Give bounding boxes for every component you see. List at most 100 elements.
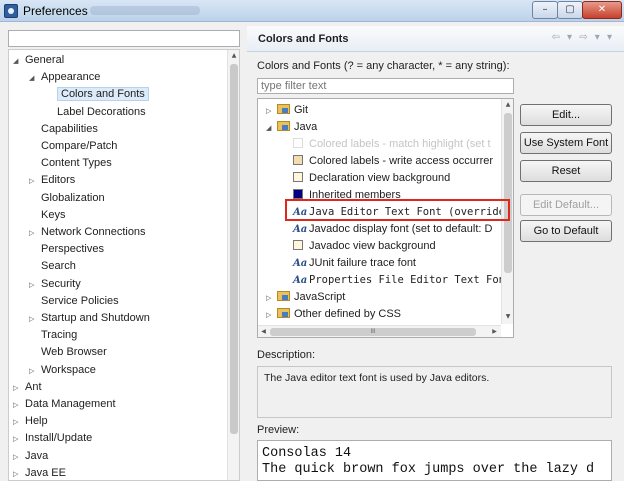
forward-nav-icon[interactable]: ⇨ ▾ xyxy=(579,32,602,43)
collapsed-arrow-icon[interactable]: ▷ xyxy=(29,173,41,190)
tree-item[interactable]: ▷ Workspace xyxy=(9,362,96,379)
tree-item[interactable]: ▷ Startup and Shutdown xyxy=(9,310,150,327)
colors-filter-input[interactable] xyxy=(257,78,514,94)
go-to-default-button[interactable]: Go to Default xyxy=(520,220,612,242)
colors-tree-item[interactable]: ◢ Java xyxy=(258,119,317,136)
tree-item[interactable]: Capabilities xyxy=(9,121,98,138)
expanded-arrow-icon[interactable]: ◢ xyxy=(29,70,41,87)
collapsed-arrow-icon[interactable]: ▷ xyxy=(266,307,277,324)
preferences-tree[interactable]: ▷ Java EE ▷ Java ▷ Install/Update ▷ Help ▷ Data M… xyxy=(8,49,240,481)
colors-tree-item[interactable]: Colored labels - write access occurrer xyxy=(258,153,493,170)
expanded-arrow-icon[interactable]: ◢ xyxy=(13,53,25,70)
colors-tree-item[interactable]: ▷ Git xyxy=(258,102,308,119)
tree-item[interactable]: ▷ Java xyxy=(9,448,48,465)
colors-tree-horizontal-scrollbar[interactable]: ◀ III ▶ xyxy=(258,325,501,337)
collapsed-arrow-icon[interactable]: ▷ xyxy=(13,414,25,431)
colors-tree-hscroll-thumb[interactable]: III xyxy=(270,328,476,336)
font-icon: Aa xyxy=(293,258,308,269)
tree-item-label: Service Policies xyxy=(41,294,119,307)
minimize-button[interactable]: – xyxy=(532,1,558,19)
color-swatch-icon xyxy=(293,155,303,165)
maximize-button[interactable]: ▢ xyxy=(557,1,583,19)
tree-item[interactable]: Label Decorations xyxy=(9,104,146,121)
tree-item[interactable]: Tracing xyxy=(9,327,77,344)
scroll-right-arrow-icon[interactable]: ▶ xyxy=(489,326,500,337)
tree-item[interactable]: Content Types xyxy=(9,155,112,172)
tree-item[interactable]: Service Policies xyxy=(9,293,119,310)
tree-item[interactable]: Perspectives xyxy=(9,241,104,258)
color-swatch-icon xyxy=(293,189,303,199)
collapsed-arrow-icon[interactable]: ▷ xyxy=(266,103,277,120)
colors-tree-item-label: JUnit failure trace font xyxy=(309,257,416,269)
tree-item-label: Tracing xyxy=(41,329,78,342)
tree-item[interactable]: Web Browser xyxy=(9,344,107,361)
collapsed-arrow-icon[interactable]: ▷ xyxy=(13,466,25,480)
colors-tree-item-label: Javadoc view background xyxy=(309,240,436,252)
collapsed-arrow-icon[interactable]: ▷ xyxy=(29,311,41,328)
colors-tree-item[interactable]: Aa Javadoc display font (set to default: … xyxy=(258,221,492,238)
page-navigation: ⇦ ▾ ⇨ ▾ ▾ xyxy=(551,32,614,43)
tree-item[interactable]: ▷ Ant xyxy=(9,379,42,396)
tree-item-label: Workspace xyxy=(41,363,96,376)
colors-tree-item[interactable]: Javadoc view background xyxy=(258,238,436,255)
edit-button[interactable]: Edit... xyxy=(520,104,612,126)
tree-item[interactable]: ▷ Network Connections xyxy=(9,224,146,241)
reset-button[interactable]: Reset xyxy=(520,160,612,182)
color-swatch-icon xyxy=(293,240,303,250)
tree-item[interactable]: ◢ Appearance xyxy=(9,69,100,86)
app-icon xyxy=(4,4,18,18)
colors-tree-item[interactable]: Aa Properties File Editor Text Font xyxy=(258,272,511,289)
view-menu-icon[interactable]: ▾ xyxy=(607,32,614,43)
tree-scroll-thumb[interactable] xyxy=(230,64,238,434)
tree-item[interactable]: ▷ Security xyxy=(9,276,81,293)
colors-tree-item[interactable]: Aa JUnit failure trace font xyxy=(258,255,416,272)
tree-item[interactable]: ◢ General xyxy=(9,52,64,69)
scroll-left-arrow-icon[interactable]: ◀ xyxy=(258,326,269,337)
tree-item[interactable]: Colors and Fonts xyxy=(9,86,149,103)
collapsed-arrow-icon[interactable]: ▷ xyxy=(13,397,25,414)
collapsed-arrow-icon[interactable]: ▷ xyxy=(13,431,25,448)
tree-item-label: Java xyxy=(25,449,49,462)
preferences-filter-input[interactable] xyxy=(8,30,240,47)
scroll-up-arrow-icon[interactable]: ▲ xyxy=(502,99,513,111)
tree-item-label: Search xyxy=(41,260,76,273)
tree-item[interactable]: ▷ Data Management xyxy=(9,396,116,413)
tree-item[interactable]: ▷ Help xyxy=(9,413,48,430)
collapsed-arrow-icon[interactable]: ▷ xyxy=(266,290,277,307)
tree-item[interactable]: Keys xyxy=(9,207,65,224)
tree-item[interactable]: ▷ Editors xyxy=(9,172,75,189)
description-label: Description: xyxy=(257,349,316,361)
tree-vertical-scrollbar[interactable]: ▲ xyxy=(227,50,239,480)
colors-tree-item-label: Declaration view background xyxy=(309,172,451,184)
collapsed-arrow-icon[interactable]: ▷ xyxy=(13,380,25,397)
scroll-up-arrow-icon[interactable]: ▲ xyxy=(228,50,239,62)
colors-tree-item[interactable]: ▷ Other defined by CSS xyxy=(258,306,401,323)
collapsed-arrow-icon[interactable]: ▷ xyxy=(29,363,41,380)
pane-splitter[interactable] xyxy=(241,22,247,481)
window-title: Preferences xyxy=(23,4,88,18)
tree-item[interactable]: Globalization xyxy=(9,190,105,207)
colors-tree-item[interactable]: Declaration view background xyxy=(258,170,450,187)
colors-tree-item[interactable]: ▷ JavaScript xyxy=(258,289,345,306)
tree-item[interactable]: Search xyxy=(9,258,76,275)
tree-item-label: General xyxy=(25,54,65,66)
use-system-font-button[interactable]: Use System Font xyxy=(520,132,612,154)
tree-item[interactable]: ▷ Java EE xyxy=(9,465,66,480)
tree-item[interactable]: ▷ Install/Update xyxy=(9,430,92,447)
collapsed-arrow-icon[interactable]: ▷ xyxy=(29,277,41,294)
collapsed-arrow-icon[interactable]: ▷ xyxy=(13,449,25,466)
tree-item-label: Content Types xyxy=(41,157,112,170)
colors-tree-item[interactable]: Colored labels - match highlight (set t xyxy=(258,136,491,153)
colors-tree-item-label: Java xyxy=(294,121,318,133)
expanded-arrow-icon[interactable]: ◢ xyxy=(266,120,277,137)
tree-item-label: Globalization xyxy=(41,191,105,204)
edit-default-button[interactable]: Edit Default... xyxy=(520,194,612,216)
tree-item[interactable]: Compare/Patch xyxy=(9,138,117,155)
tree-item-label: Colors and Fonts xyxy=(57,87,149,102)
close-button[interactable]: ✕ xyxy=(582,1,622,19)
collapsed-arrow-icon[interactable]: ▷ xyxy=(29,225,41,242)
colors-tree-scroll-thumb[interactable] xyxy=(504,113,512,273)
back-nav-icon[interactable]: ⇦ ▾ xyxy=(551,32,574,43)
tree-item-label: Ant xyxy=(25,380,42,393)
scroll-down-arrow-icon[interactable]: ▼ xyxy=(502,311,513,323)
